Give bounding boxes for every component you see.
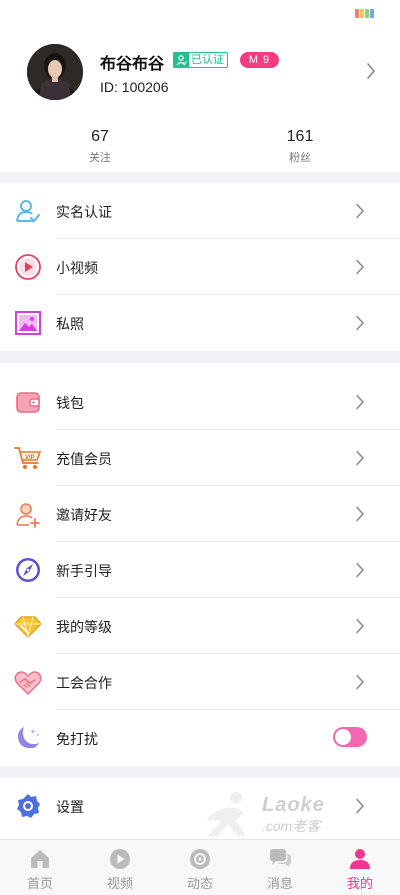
menu-label: 设置 xyxy=(56,799,84,815)
profile-header[interactable]: 布谷布谷 已认证 M 9 ID: 100206 xyxy=(0,28,400,120)
menu-label: 钱包 xyxy=(56,395,84,411)
chevron-right-icon xyxy=(355,674,365,695)
status-bar xyxy=(0,0,400,28)
menu-label: 免打扰 xyxy=(56,731,98,747)
chat-bubbles-icon xyxy=(270,849,291,867)
menu-label: 实名认证 xyxy=(56,204,112,220)
status-indicator-icon xyxy=(355,9,374,18)
id-verify-icon xyxy=(14,197,42,225)
menu-item-real-name-verify[interactable]: 实名认证 xyxy=(0,183,400,239)
handshake-heart-icon xyxy=(14,668,42,696)
menu-label: 私照 xyxy=(56,316,84,332)
profile-id: ID: 100206 xyxy=(100,79,169,95)
play-circle-icon xyxy=(14,253,42,281)
menu-item-invite-friends[interactable]: 邀请好友 xyxy=(0,486,400,542)
menu-item-wallet[interactable]: 钱包 xyxy=(0,374,400,430)
menu-item-guild-cooperation[interactable]: 工会合作 xyxy=(0,654,400,710)
chevron-right-icon xyxy=(355,450,365,471)
invite-user-icon xyxy=(14,500,42,528)
gear-icon xyxy=(14,792,42,820)
chevron-right-icon xyxy=(355,203,365,224)
svg-text:VIP: VIP xyxy=(25,455,35,461)
compass-icon xyxy=(14,556,42,584)
stat-fans[interactable]: 161 粉丝 xyxy=(270,128,330,165)
tab-video[interactable]: 视频 xyxy=(80,840,160,895)
menu-label: 充值会员 xyxy=(56,451,112,467)
tab-label: 我的 xyxy=(346,876,373,891)
chevron-right-icon xyxy=(355,562,365,583)
stats-row: 67 关注 161 粉丝 xyxy=(0,124,400,172)
tab-home[interactable]: 首页 xyxy=(0,840,80,895)
menu-item-private-photos[interactable]: 私照 xyxy=(0,295,400,351)
tab-me[interactable]: 我的 xyxy=(320,840,400,895)
menu-item-do-not-disturb: 免打扰 xyxy=(0,710,400,766)
watermark-domain: .com老客 xyxy=(262,818,321,834)
do-not-disturb-toggle[interactable] xyxy=(333,727,367,747)
tab-label: 视频 xyxy=(106,876,133,891)
section-divider xyxy=(0,351,400,363)
tab-label: 消息 xyxy=(266,876,293,891)
verified-user-icon xyxy=(174,53,189,67)
chevron-right-icon xyxy=(355,259,365,280)
moon-icon xyxy=(14,724,42,752)
profile-name: 布谷布谷 xyxy=(100,56,165,73)
menu-label: 我的等级 xyxy=(56,619,112,635)
chevron-right-icon xyxy=(355,618,365,639)
level-badge: M 9 xyxy=(240,52,279,68)
diamond-icon xyxy=(14,612,42,640)
following-count: 67 xyxy=(91,128,109,145)
wallet-icon xyxy=(14,388,42,416)
chevron-right-icon xyxy=(355,315,365,336)
menu-item-vip-recharge[interactable]: VIP 充值会员 xyxy=(0,430,400,486)
stat-following[interactable]: 67 关注 xyxy=(70,128,130,165)
person-icon xyxy=(350,849,370,869)
home-icon xyxy=(31,850,49,868)
tab-label: 动态 xyxy=(186,876,213,891)
menu-label: 邀请好友 xyxy=(56,507,112,523)
menu-item-short-video[interactable]: 小视频 xyxy=(0,239,400,295)
bottom-tab-bar: 首页 视频 动态 消息 我的 xyxy=(0,839,400,895)
photo-icon xyxy=(14,309,42,337)
chevron-right-icon xyxy=(355,506,365,527)
menu-item-beginner-guide[interactable]: 新手引导 xyxy=(0,542,400,598)
vip-cart-icon: VIP xyxy=(14,444,42,472)
tab-label: 首页 xyxy=(26,876,53,891)
fans-count: 161 xyxy=(286,128,314,145)
video-play-icon xyxy=(110,849,130,869)
menu-label: 新手引导 xyxy=(56,563,112,579)
moments-icon xyxy=(190,849,210,869)
menu-item-my-level[interactable]: 我的等级 xyxy=(0,598,400,654)
chevron-right-icon xyxy=(366,62,376,85)
section-divider xyxy=(0,766,400,778)
menu-label: 工会合作 xyxy=(56,675,112,691)
watermark-brand: Laoke xyxy=(262,794,325,816)
menu-label: 小视频 xyxy=(56,260,98,276)
tab-messages[interactable]: 消息 xyxy=(240,840,320,895)
following-label: 关注 xyxy=(89,152,111,164)
verified-label: 已认证 xyxy=(191,54,224,66)
tab-moments[interactable]: 动态 xyxy=(160,840,240,895)
fans-label: 粉丝 xyxy=(289,152,311,164)
avatar[interactable] xyxy=(27,44,83,100)
chevron-right-icon xyxy=(355,394,365,415)
chevron-right-icon xyxy=(355,798,365,819)
section-divider xyxy=(0,172,400,183)
verified-badge: 已认证 xyxy=(173,52,228,68)
